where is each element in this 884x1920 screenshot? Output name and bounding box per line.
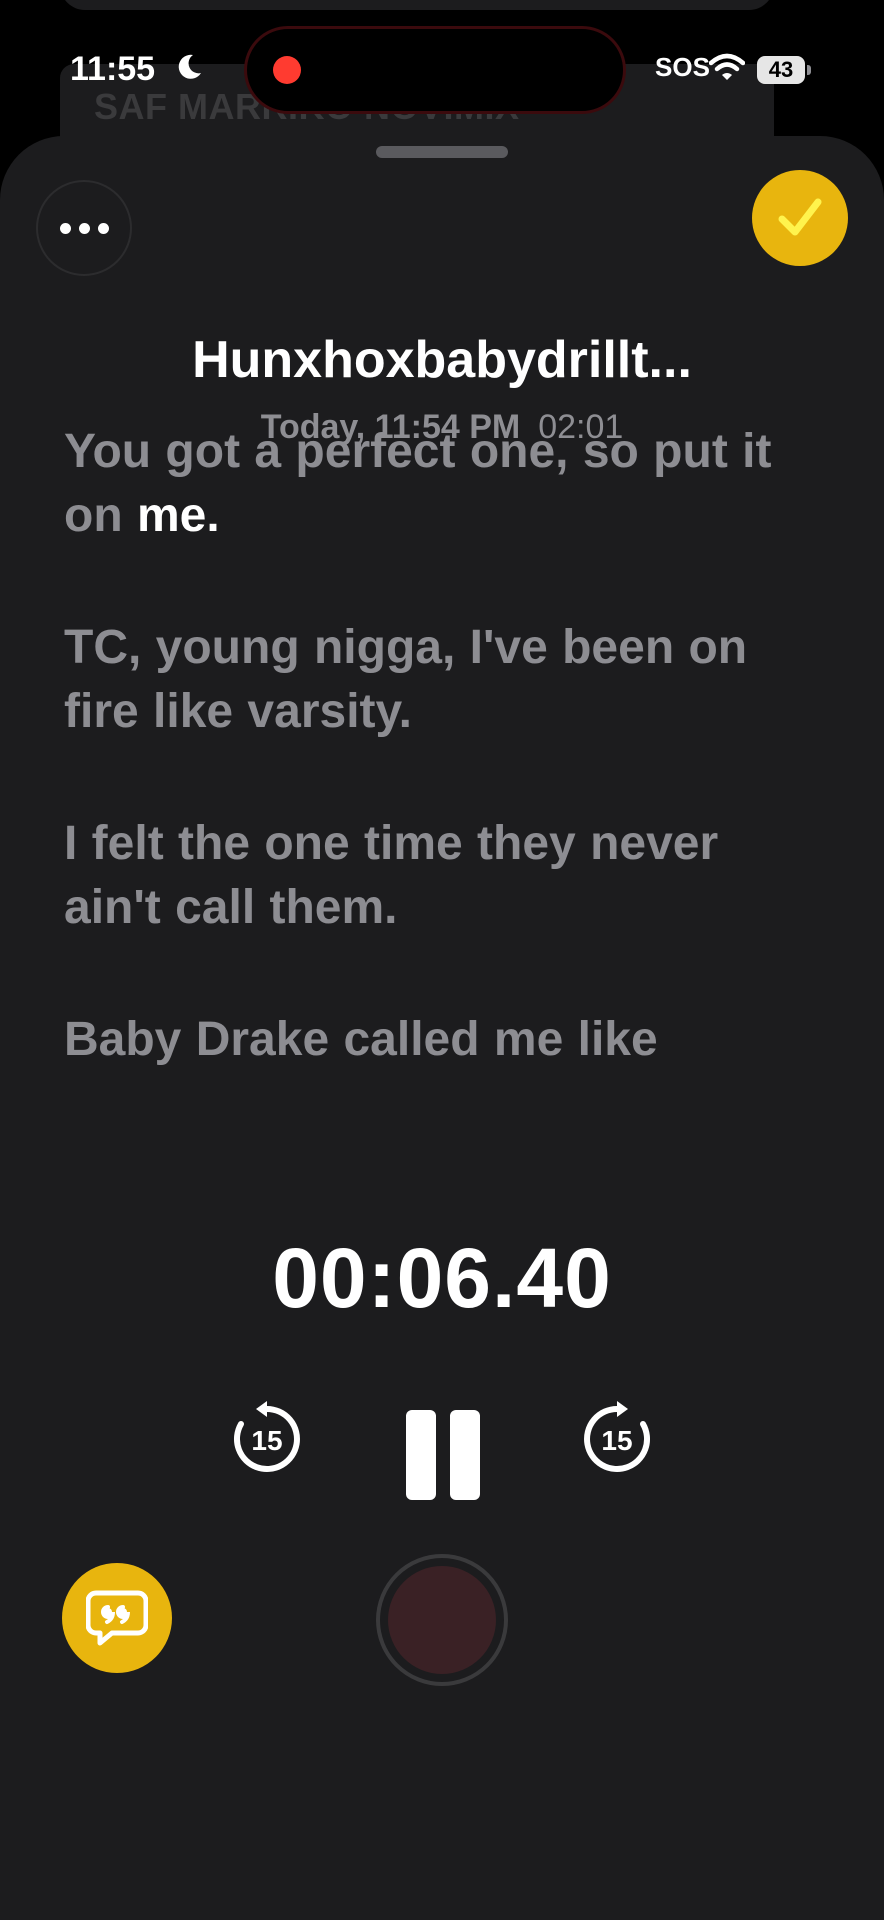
background-pill: [60, 0, 774, 10]
pause-icon-bar: [450, 1410, 480, 1500]
more-options-button[interactable]: [36, 180, 132, 276]
moon-icon: [178, 54, 201, 79]
transcript-line: You got a perfect one, so put it on me.: [64, 420, 824, 548]
sheet-grabber[interactable]: [376, 146, 508, 158]
pause-button[interactable]: [400, 1400, 484, 1500]
transcript-current-word: me.: [136, 489, 220, 542]
transcript-line: Baby Drake called me like: [64, 1008, 824, 1072]
ellipsis-icon-dot: [97, 222, 109, 234]
record-button[interactable]: [376, 1554, 508, 1686]
transcript-fade: [64, 1100, 824, 1240]
transcript-text: I felt the one time they never ain't cal…: [64, 817, 719, 934]
battery-tip: [807, 65, 811, 75]
transcript-line: I felt the one time they never ain't cal…: [64, 812, 824, 940]
skip-forward-icon: 15: [584, 1401, 650, 1472]
screen: SAF MARRIKO NOVIMIX 11:55 SOS 43 Hunxhox…: [0, 0, 884, 1920]
record-icon: [388, 1566, 496, 1674]
status-time: 11:55: [70, 50, 156, 88]
elapsed-time: 00:06.40: [272, 1231, 612, 1325]
recording-indicator-icon: [273, 56, 301, 84]
dynamic-island[interactable]: [244, 26, 626, 114]
ellipsis-icon-dot: [78, 222, 90, 234]
pause-icon: [406, 1410, 436, 1500]
transcript-text: Baby Drake called me like: [64, 1013, 658, 1066]
transcript[interactable]: You got a perfect one, so put it on me. …: [64, 420, 824, 1240]
skip-back-button[interactable]: 15: [228, 1400, 306, 1478]
done-button[interactable]: [752, 170, 848, 266]
skip-back-seconds: 15: [251, 1425, 282, 1456]
transcript-button[interactable]: [62, 1563, 172, 1673]
transcript-text: TC, young nigga, I've been on fire like …: [64, 621, 748, 738]
checkmark-icon: [778, 198, 822, 236]
quote-bubble-icon: [86, 1590, 148, 1646]
transcript-line: TC, young nigga, I've been on fire like …: [64, 616, 824, 744]
status-sos: SOS: [655, 52, 710, 82]
battery-level: 43: [757, 56, 805, 84]
skip-forward-seconds: 15: [601, 1425, 632, 1456]
wifi-icon: [709, 53, 745, 80]
skip-forward-button[interactable]: 15: [578, 1400, 656, 1478]
recording-title[interactable]: Hunxhoxbabydrillt...: [0, 330, 884, 390]
skip-back-icon: 15: [234, 1401, 300, 1472]
battery-icon: 43: [757, 56, 811, 84]
ellipsis-icon: [59, 222, 71, 234]
